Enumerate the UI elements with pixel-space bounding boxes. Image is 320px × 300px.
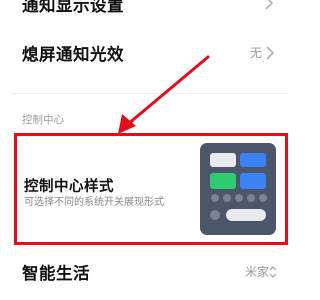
annotation-arrow xyxy=(118,55,210,134)
smart-life-row[interactable]: 智能生活 米家 xyxy=(0,258,300,284)
chevron-updown-icon xyxy=(269,266,277,278)
smart-life-label: 智能生活 xyxy=(22,264,90,283)
smart-life-value: 米家 xyxy=(245,265,270,279)
